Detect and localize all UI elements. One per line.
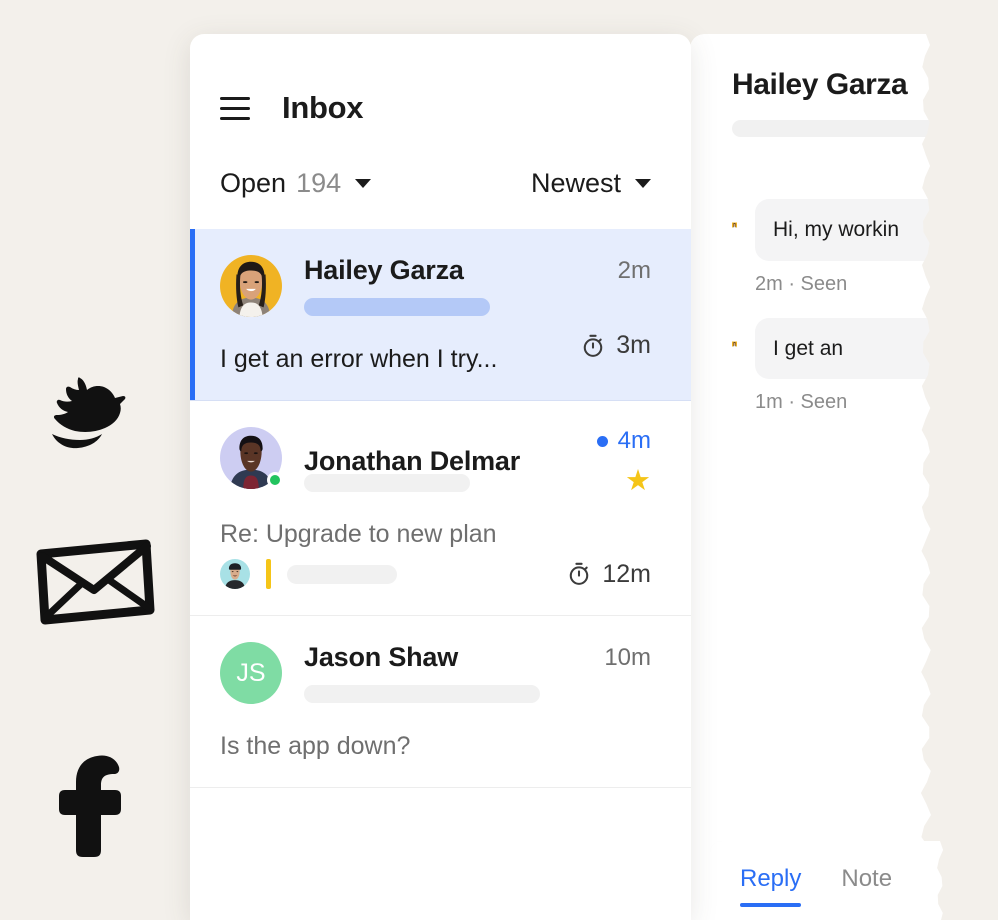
sort-filter-label: Newest	[530, 168, 621, 198]
envelope-doodle-icon	[34, 532, 156, 635]
sla-indicator: 3m	[580, 331, 651, 360]
stopwatch-icon	[570, 562, 589, 585]
facebook-doodle-icon	[52, 748, 130, 863]
conversation-row-jason-shaw[interactable]: JS Jason Shaw 10m Is the app down?	[190, 616, 691, 788]
message-bubble: Hi, my workin	[755, 199, 965, 261]
conversation-preview: Re: Upgrade to new plan	[220, 520, 497, 548]
conversation-sender-name: Hailey Garza	[304, 255, 464, 285]
app-root: Hailey Garza Hi, my workin 2m · Seen I g…	[0, 0, 998, 920]
hamburger-icon[interactable]	[220, 96, 250, 120]
avatar	[732, 318, 737, 370]
conversation-timestamp: 10m	[604, 643, 651, 671]
conversation-list: Hailey Garza 2m I get an error when I tr…	[190, 229, 691, 788]
conversation-sender-name: Jonathan Delmar	[304, 446, 521, 476]
avatar-wrap	[220, 255, 282, 317]
detail-contact-name: Hailey Garza	[732, 68, 908, 101]
composer-tabs: Reply Note	[710, 841, 965, 907]
message-row: Hi, my workin 2m · Seen	[732, 199, 965, 296]
chevron-down-icon	[355, 179, 372, 188]
star-icon[interactable]: ★	[625, 465, 651, 497]
sla-time: 12m	[602, 559, 651, 588]
avatar	[732, 199, 737, 251]
sla-indicator: 12m	[566, 560, 651, 589]
draft-placeholder	[287, 564, 397, 584]
composer-panel: Reply Note	[710, 841, 965, 920]
message-meta: 2m · Seen	[755, 272, 848, 295]
avatar-wrap: JS	[220, 642, 282, 704]
page-title: Inbox	[282, 90, 364, 125]
conversation-row-jonathan-delmar[interactable]: Jonathan Delmar 4m ★ Re: Upgrade to new …	[190, 401, 691, 616]
conversation-timestamp: 4m	[617, 427, 651, 454]
conversation-timestamp: 2m	[617, 256, 651, 284]
status-filter-label: Open	[220, 168, 287, 198]
stopwatch-icon	[584, 334, 603, 357]
avatar	[220, 255, 282, 317]
chevron-down-icon	[635, 179, 651, 188]
message-meta: 1m · Seen	[755, 391, 848, 414]
message-bubble: I get an	[755, 317, 965, 380]
online-status-dot	[267, 472, 283, 488]
conversation-detail-panel: Hailey Garza Hi, my workin 2m · Seen I g…	[690, 34, 965, 920]
avatar-initials: JS	[220, 642, 282, 704]
tab-note[interactable]: Note	[841, 865, 892, 907]
message-row: I get an 1m · Seen	[732, 317, 965, 415]
inbox-topbar: Inbox	[190, 34, 691, 126]
conversation-row-hailey-garza[interactable]: Hailey Garza 2m I get an error when I tr…	[190, 229, 691, 401]
sla-time: 3m	[616, 331, 651, 359]
detail-subline-placeholder	[732, 120, 965, 137]
subject-placeholder	[304, 685, 540, 703]
conversation-sender-name: Jason Shaw	[304, 642, 459, 672]
message-thread: Hi, my workin 2m · Seen I get an 1m · Se…	[690, 137, 965, 414]
tab-reply[interactable]: Reply	[740, 865, 802, 907]
avatar-wrap	[220, 427, 283, 489]
inbox-panel: Inbox Open 194 Newest Hailey Garza 2m I …	[190, 34, 691, 920]
bird-doodle-icon	[40, 368, 136, 469]
subject-placeholder	[304, 298, 490, 316]
inbox-filters: Open 194 Newest	[190, 126, 691, 199]
sort-filter-dropdown[interactable]: Newest	[531, 168, 651, 199]
conversation-preview: I get an error when I try...	[220, 345, 498, 373]
assignee-avatar	[220, 559, 250, 589]
detail-header: Hailey Garza	[690, 34, 965, 137]
unread-dot-icon	[596, 435, 608, 447]
conversation-preview: Is the app down?	[220, 732, 411, 760]
status-filter-dropdown[interactable]: Open 194	[220, 168, 372, 199]
status-filter-count: 194	[296, 168, 342, 198]
draft-indicator-bar	[266, 559, 271, 589]
